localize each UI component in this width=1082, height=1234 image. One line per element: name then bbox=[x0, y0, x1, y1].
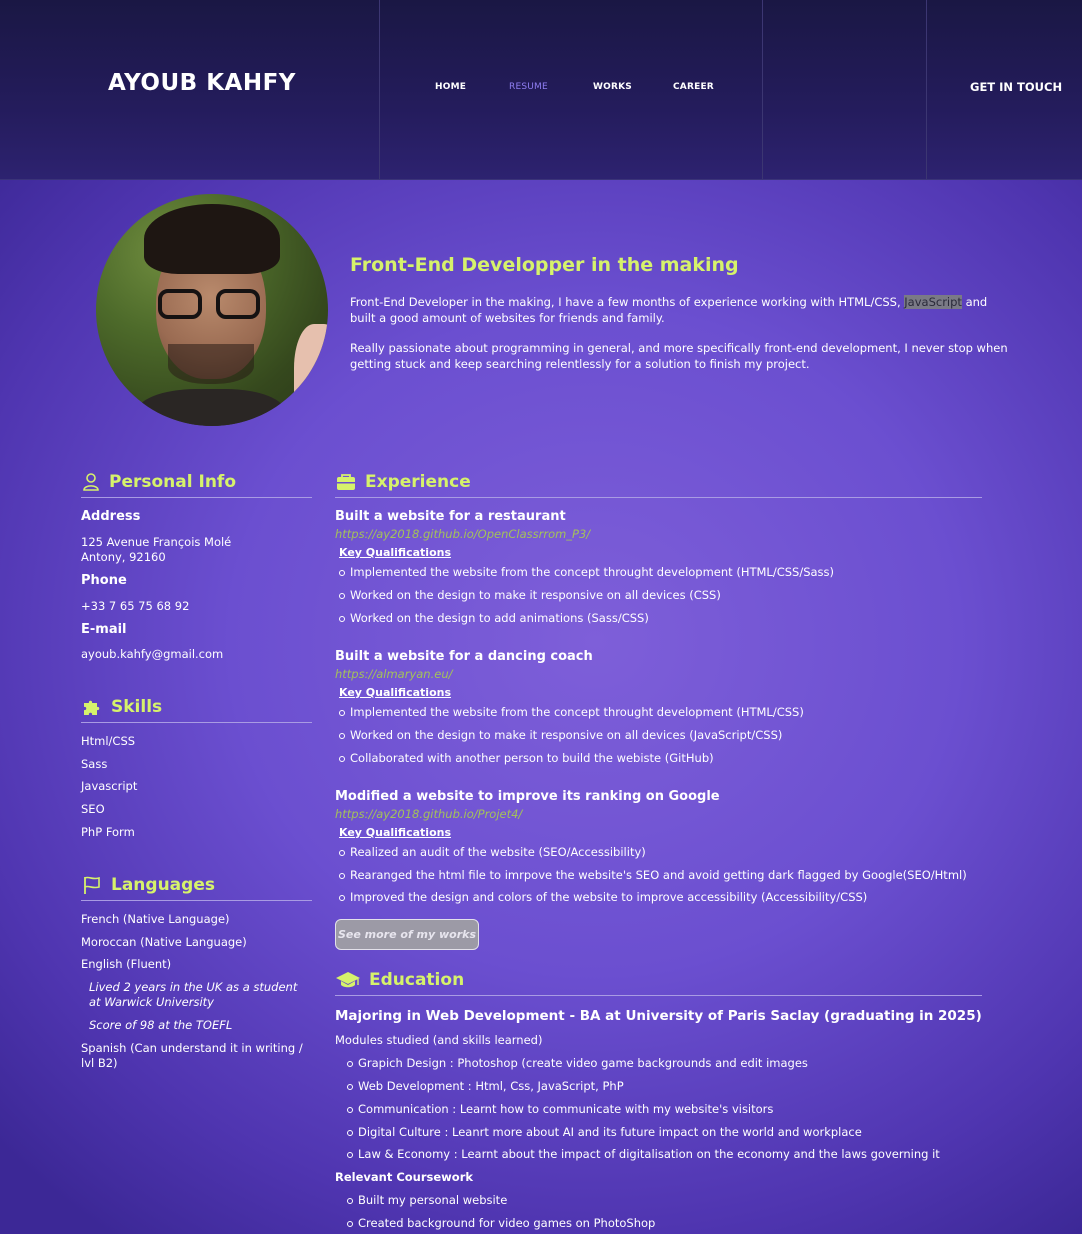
skill-item: SEO bbox=[81, 802, 105, 816]
coursework-item: Built my personal website bbox=[346, 1193, 508, 1207]
address-label: Address bbox=[81, 509, 141, 524]
skills-header: Skills bbox=[81, 692, 312, 723]
hero-intro: Front-End Developer in the making, I hav… bbox=[350, 295, 988, 325]
language-note: Lived 2 years in the UK as a student at … bbox=[89, 980, 298, 1009]
skill-item: Html/CSS bbox=[81, 734, 136, 748]
language-item: Moroccan (Native Language) bbox=[81, 935, 247, 949]
qualification-item: Improved the design and colors of the we… bbox=[338, 890, 868, 904]
skill-item: Javascript bbox=[81, 779, 138, 793]
qualification-item: Implemented the website from the concept… bbox=[338, 565, 835, 579]
job-title: Modified a website to improve its rankin… bbox=[335, 789, 720, 804]
qualification-item: Worked on the design to make it responsi… bbox=[338, 728, 783, 742]
module-item: Digital Culture : Leanrt more about AI a… bbox=[347, 1125, 862, 1139]
hero-title: Front-End Developper in the making bbox=[350, 254, 739, 276]
education-header: Education bbox=[335, 965, 982, 996]
skills-title: Skills bbox=[111, 697, 163, 717]
job-link[interactable]: https://almaryan.eu/ bbox=[335, 667, 452, 681]
module-item: Law & Economy : Learnt about the impact … bbox=[347, 1147, 940, 1161]
nav-works[interactable]: WORKS bbox=[593, 82, 632, 92]
job-title: Built a website for a restaurant bbox=[335, 509, 566, 524]
coursework-label: Relevant Coursework bbox=[335, 1170, 474, 1184]
qualification-item: Rearanged the html file to imrpove the w… bbox=[339, 868, 967, 882]
phone-value[interactable]: +33 7 65 75 68 92 bbox=[81, 599, 189, 614]
puzzle-icon bbox=[84, 700, 100, 715]
key-qualifications-label: Key Qualifications bbox=[339, 546, 451, 559]
email-label: E-mail bbox=[81, 622, 127, 637]
hero-passion: Really passionate about programming in g… bbox=[350, 341, 1008, 371]
coursework-item: Created background for video games on Ph… bbox=[346, 1216, 656, 1230]
user-icon bbox=[83, 473, 99, 491]
language-item: French (Native Language) bbox=[81, 912, 230, 926]
site-header: AYOUB KAHFY HOME RESUME WORKS CAREER GET… bbox=[0, 0, 1082, 180]
phone-label: Phone bbox=[81, 573, 127, 588]
languages-header: Languages bbox=[81, 870, 312, 901]
module-item: Web Development : Html, Css, JavaScript,… bbox=[347, 1079, 624, 1093]
experience-title: Experience bbox=[365, 472, 471, 492]
job-title: Built a website for a dancing coach bbox=[335, 649, 593, 664]
see-more-works-button[interactable]: See more of my works bbox=[335, 919, 479, 950]
email-value[interactable]: ayoub.kahfy@gmail.com bbox=[81, 647, 223, 662]
get-in-touch-link[interactable]: GET IN TOUCH bbox=[970, 80, 1062, 94]
language-item: English (Fluent) bbox=[81, 957, 172, 971]
key-qualifications-label: Key Qualifications bbox=[339, 686, 451, 699]
degree-title: Majoring in Web Development - BA at Univ… bbox=[335, 1008, 982, 1024]
key-qualifications-label: Key Qualifications bbox=[339, 826, 451, 839]
education-title: Education bbox=[369, 970, 465, 990]
personal-info-header: Personal Info bbox=[81, 467, 312, 498]
modules-label: Modules studied (and skills learned) bbox=[335, 1033, 543, 1047]
header-divider bbox=[379, 0, 380, 179]
module-item: Grapich Design : Photoshop (create video… bbox=[347, 1056, 808, 1070]
address-line2: Antony, 92160 bbox=[81, 550, 166, 564]
nav-career[interactable]: CAREER bbox=[673, 82, 714, 92]
profile-photo bbox=[96, 194, 328, 426]
briefcase-icon bbox=[337, 474, 355, 490]
qualification-item: Worked on the design to make it responsi… bbox=[339, 588, 721, 602]
language-item: Spanish (Can understand it in writing / … bbox=[81, 1041, 303, 1070]
qualification-item: Collaborated with another person to buil… bbox=[339, 751, 714, 765]
nav-home[interactable]: HOME bbox=[435, 82, 466, 92]
skill-item: PhP Form bbox=[81, 825, 135, 839]
nav-resume[interactable]: RESUME bbox=[509, 82, 548, 92]
qualification-item: Implemented the website from the concept… bbox=[339, 705, 804, 719]
header-divider bbox=[762, 0, 763, 179]
header-divider bbox=[926, 0, 927, 179]
qualification-item: Worked on the design to add animations (… bbox=[339, 611, 649, 625]
job-link[interactable]: https://ay2018.github.io/OpenClassrrom_P… bbox=[335, 527, 590, 541]
language-note: Score of 98 at the TOEFL bbox=[89, 1018, 233, 1032]
experience-header: Experience bbox=[335, 467, 982, 498]
highlighted-text: JavaScript bbox=[904, 295, 962, 309]
qualification-item: Realized an audit of the website (SEO/Ac… bbox=[339, 845, 646, 859]
job-link[interactable]: https://ay2018.github.io/Projet4/ bbox=[335, 807, 522, 821]
flag-icon bbox=[84, 876, 100, 894]
module-item: Communication : Learnt how to communicat… bbox=[346, 1102, 774, 1116]
address-line1: 125 Avenue François Molé bbox=[81, 535, 232, 549]
languages-title: Languages bbox=[111, 875, 215, 895]
site-logo[interactable]: AYOUB KAHFY bbox=[108, 70, 296, 96]
graduation-cap-icon bbox=[336, 972, 360, 988]
skill-item: Sass bbox=[81, 757, 108, 771]
personal-info-title: Personal Info bbox=[109, 472, 236, 492]
